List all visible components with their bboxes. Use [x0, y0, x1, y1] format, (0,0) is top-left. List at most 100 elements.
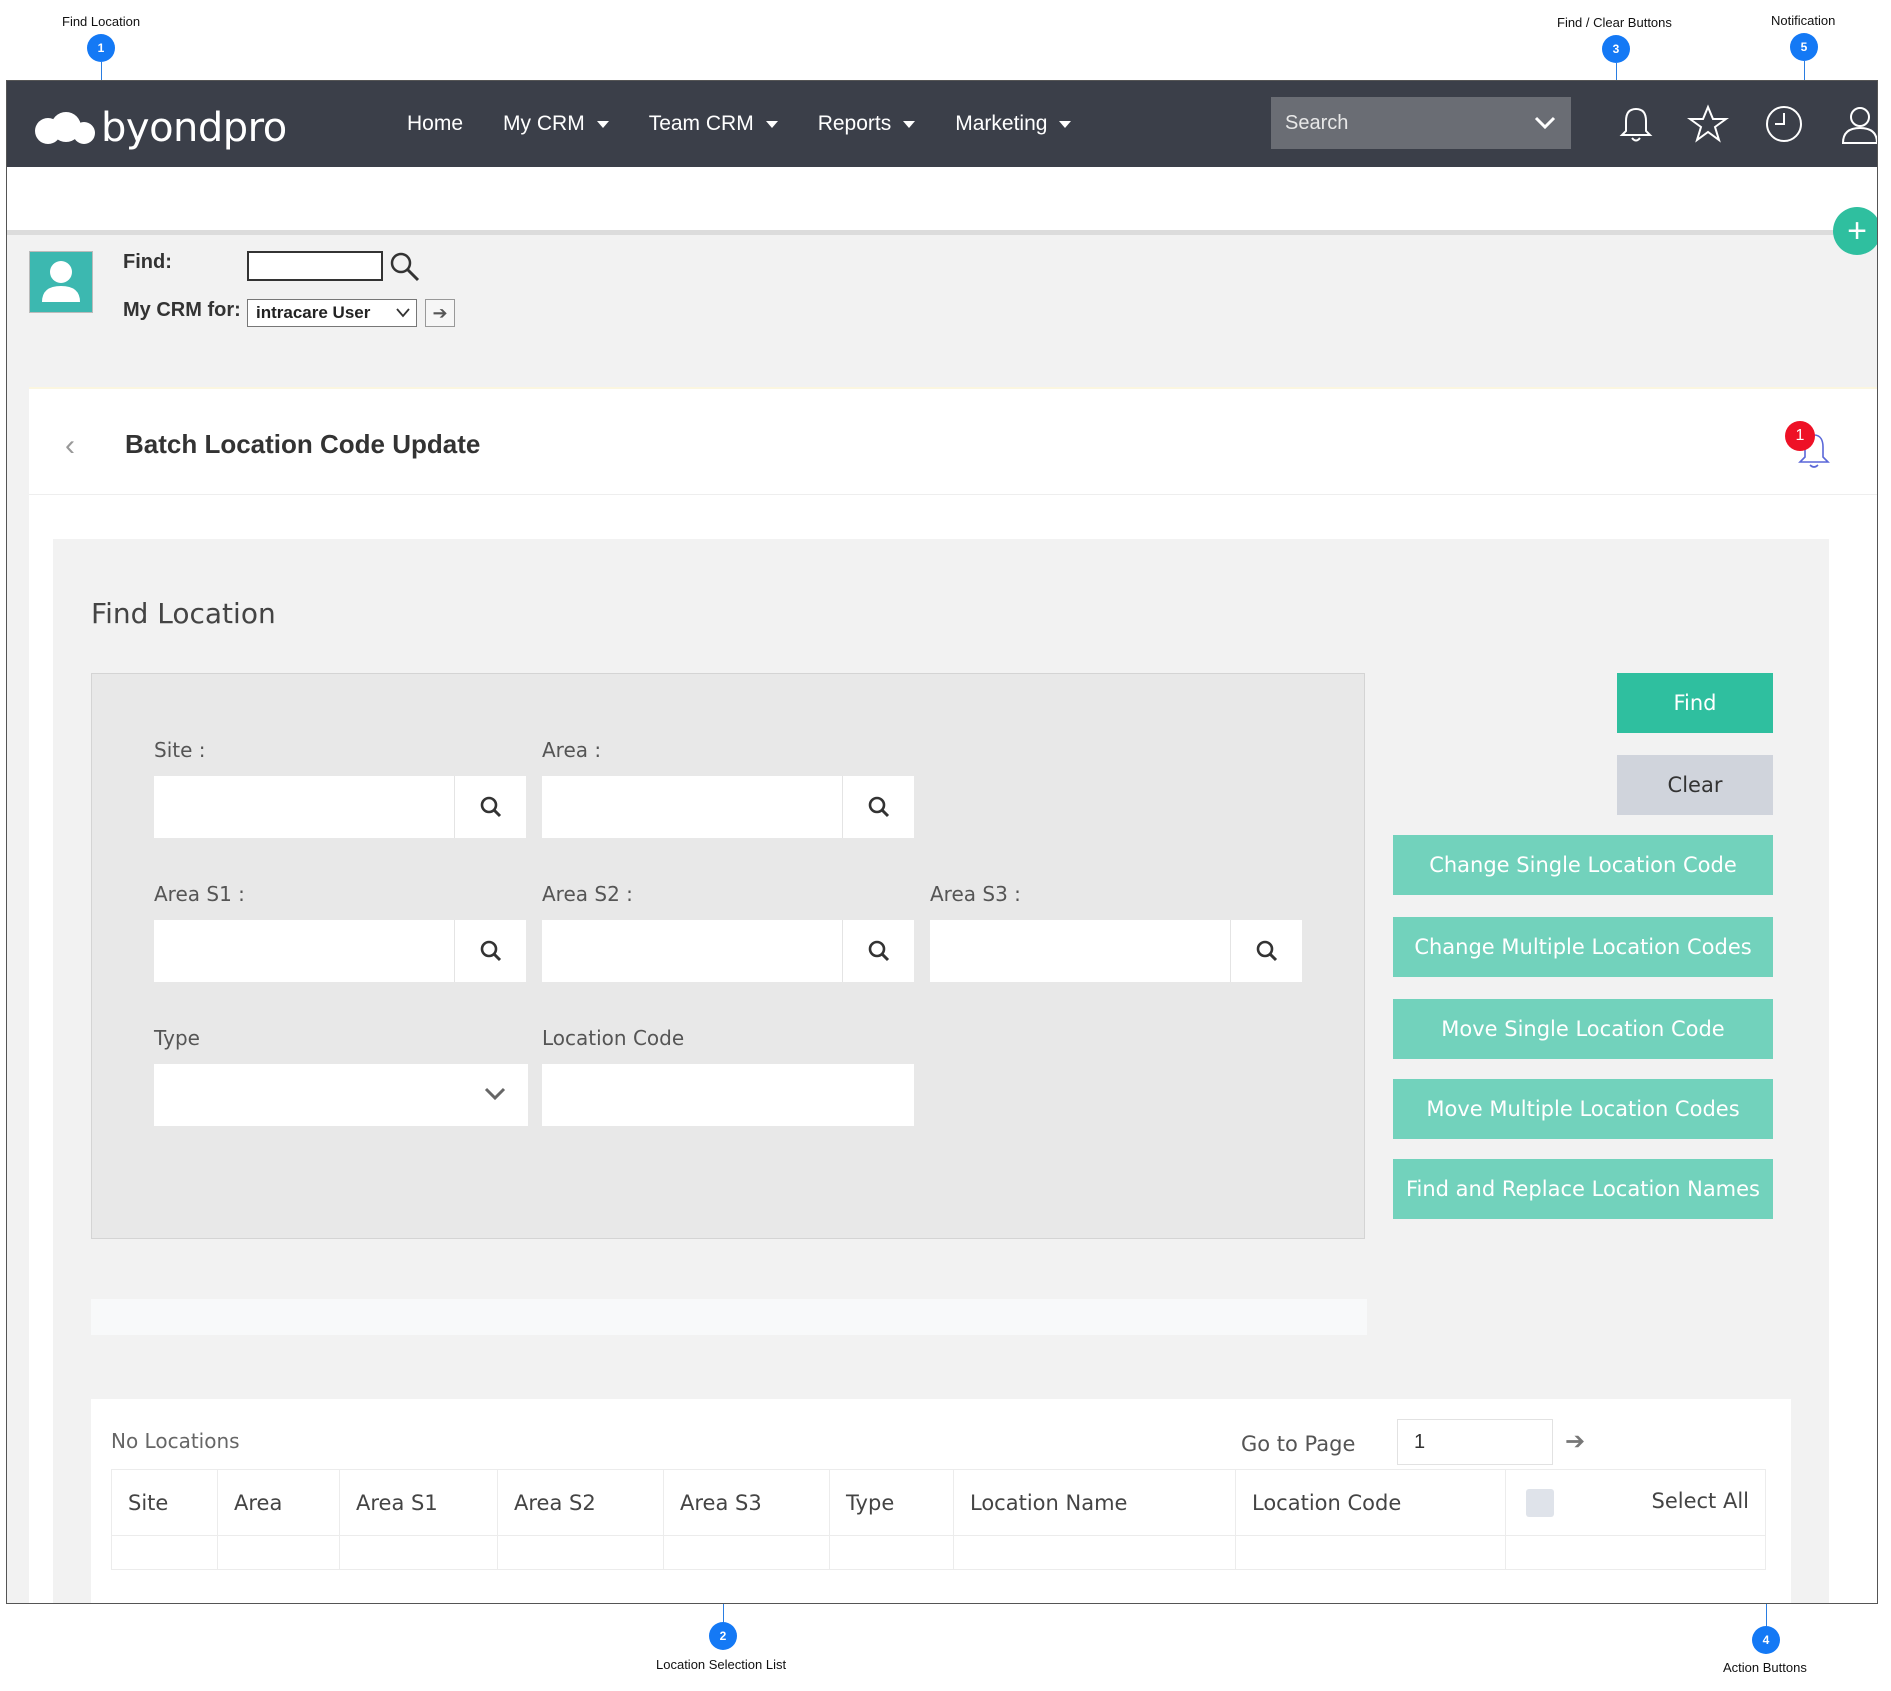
clock-icon[interactable]: [1763, 103, 1805, 145]
find-replace-location-names-button[interactable]: Find and Replace Location Names: [1393, 1159, 1773, 1219]
chevron-down-icon: [396, 308, 410, 318]
callout-badge-3: 3: [1602, 35, 1630, 63]
callout-badge-2: 2: [709, 1622, 737, 1650]
app-window: byondpro Home My CRM Team CRM Reports Ma…: [6, 80, 1878, 1604]
avatar-person-icon: [42, 261, 80, 302]
column-area[interactable]: Area: [217, 1469, 340, 1536]
search-icon: [480, 940, 501, 962]
column-select-all: Select All: [1505, 1469, 1766, 1536]
find-location-title: Find Location: [91, 597, 276, 630]
column-type[interactable]: Type: [829, 1469, 954, 1536]
logo[interactable]: byondpro: [35, 105, 287, 151]
goto-page-label: Go to Page: [1241, 1432, 1356, 1456]
avatar: [29, 251, 93, 313]
site-field: [154, 776, 526, 838]
nav-marketing[interactable]: Marketing: [955, 112, 1072, 136]
nav-links: Home My CRM Team CRM Reports Marketing: [407, 81, 1111, 167]
column-area-s3[interactable]: Area S3: [663, 1469, 830, 1536]
search-icon: [868, 940, 889, 962]
callout-badge-5: 5: [1790, 33, 1818, 61]
search-icon: [480, 796, 501, 818]
crm-for-select[interactable]: intracare User: [247, 299, 417, 327]
nav-team-crm[interactable]: Team CRM: [649, 112, 778, 136]
caret-down-icon: [765, 120, 778, 128]
star-icon[interactable]: [1687, 103, 1729, 145]
type-select[interactable]: [154, 1064, 528, 1126]
caret-down-icon: [1059, 120, 1072, 128]
area-s1-field: [154, 920, 526, 982]
goto-page-input[interactable]: 1: [1397, 1419, 1553, 1465]
clear-button[interactable]: Clear: [1617, 755, 1773, 815]
column-location-name[interactable]: Location Name: [953, 1469, 1236, 1536]
area-s1-search-button[interactable]: [454, 920, 526, 982]
bell-icon[interactable]: [1615, 103, 1657, 145]
arrow-right-icon[interactable]: ➔: [1565, 1427, 1585, 1456]
chevron-down-icon: [484, 1087, 506, 1101]
location-code-label: Location Code: [542, 1026, 685, 1050]
column-area-s2[interactable]: Area S2: [497, 1469, 664, 1536]
column-location-code[interactable]: Location Code: [1235, 1469, 1506, 1536]
site-search-button[interactable]: [454, 776, 526, 838]
nav-home[interactable]: Home: [407, 112, 463, 136]
nav-my-crm-label: My CRM: [503, 112, 585, 135]
back-chevron-icon[interactable]: ‹: [65, 429, 75, 463]
search-icon[interactable]: [389, 251, 421, 283]
column-site[interactable]: Site: [111, 1469, 218, 1536]
column-area-s1[interactable]: Area S1: [339, 1469, 498, 1536]
area-s2-input[interactable]: [542, 920, 842, 982]
results-filter-strip: [91, 1299, 1367, 1335]
crm-for-value: intracare User: [256, 303, 371, 322]
logo-bubbles-icon: [35, 110, 95, 146]
select-all-label: Select All: [1651, 1488, 1750, 1513]
crm-go-button[interactable]: ➔: [425, 299, 455, 327]
top-navbar: byondpro Home My CRM Team CRM Reports Ma…: [7, 81, 1877, 167]
move-single-location-code-button[interactable]: Move Single Location Code: [1393, 999, 1773, 1059]
table-row: [111, 1535, 1766, 1570]
change-single-location-code-button[interactable]: Change Single Location Code: [1393, 835, 1773, 895]
area-s3-label: Area S3 :: [930, 882, 1021, 906]
callout-badge-4: 4: [1752, 1626, 1780, 1654]
chevron-down-icon: [1534, 116, 1556, 130]
search-icon: [868, 796, 889, 818]
no-locations-text: No Locations: [111, 1429, 240, 1453]
area-s2-label: Area S2 :: [542, 882, 633, 906]
find-location-panel: Find Location Site : Area : Area S1 : Ar…: [53, 539, 1829, 1603]
type-label: Type: [154, 1026, 200, 1050]
area-input[interactable]: [542, 776, 842, 838]
area-s1-input[interactable]: [154, 920, 454, 982]
nav-reports[interactable]: Reports: [818, 112, 916, 136]
area-search-button[interactable]: [842, 776, 914, 838]
site-label: Site :: [154, 738, 206, 762]
plus-icon: +: [1847, 212, 1867, 250]
move-multiple-location-codes-button[interactable]: Move Multiple Location Codes: [1393, 1079, 1773, 1139]
location-selection-list: No Locations Go to Page 1 ➔ Site Area Ar…: [91, 1399, 1791, 1603]
area-s3-search-button[interactable]: [1230, 920, 1302, 982]
callout-badge-1: 1: [87, 34, 115, 62]
change-multiple-location-codes-button[interactable]: Change Multiple Location Codes: [1393, 917, 1773, 977]
location-code-input[interactable]: [542, 1064, 914, 1126]
main-card: ‹ Batch Location Code Update 1 Find Loca…: [29, 387, 1877, 1603]
find-label: Find:: [123, 251, 172, 273]
page-title: Batch Location Code Update: [125, 429, 481, 459]
site-input[interactable]: [154, 776, 454, 838]
callout-action-buttons-label: Action Buttons: [1723, 1660, 1807, 1675]
notification-bell[interactable]: 1: [1785, 421, 1833, 471]
search-icon: [1256, 940, 1277, 962]
area-label: Area :: [542, 738, 602, 762]
callout-location-list-label: Location Selection List: [656, 1657, 787, 1672]
card-header: ‹ Batch Location Code Update 1: [29, 389, 1877, 495]
notification-count-badge: 1: [1785, 421, 1815, 451]
area-s2-search-button[interactable]: [842, 920, 914, 982]
area-s3-input[interactable]: [930, 920, 1230, 982]
find-input[interactable]: [247, 251, 383, 281]
callout-notification-label: Notification: [1771, 13, 1836, 28]
user-icon[interactable]: [1839, 103, 1878, 145]
logo-text: byondpro: [101, 105, 287, 151]
caret-down-icon: [596, 120, 609, 128]
select-all-checkbox[interactable]: [1526, 1488, 1554, 1517]
find-button[interactable]: Find: [1617, 673, 1773, 733]
add-fab-button[interactable]: +: [1833, 207, 1877, 255]
nav-my-crm[interactable]: My CRM: [503, 112, 609, 136]
nav-search-dropdown[interactable]: Search: [1271, 97, 1571, 149]
location-table: Site Area Area S1 Area S2 Area S3 Type L…: [111, 1469, 1766, 1570]
